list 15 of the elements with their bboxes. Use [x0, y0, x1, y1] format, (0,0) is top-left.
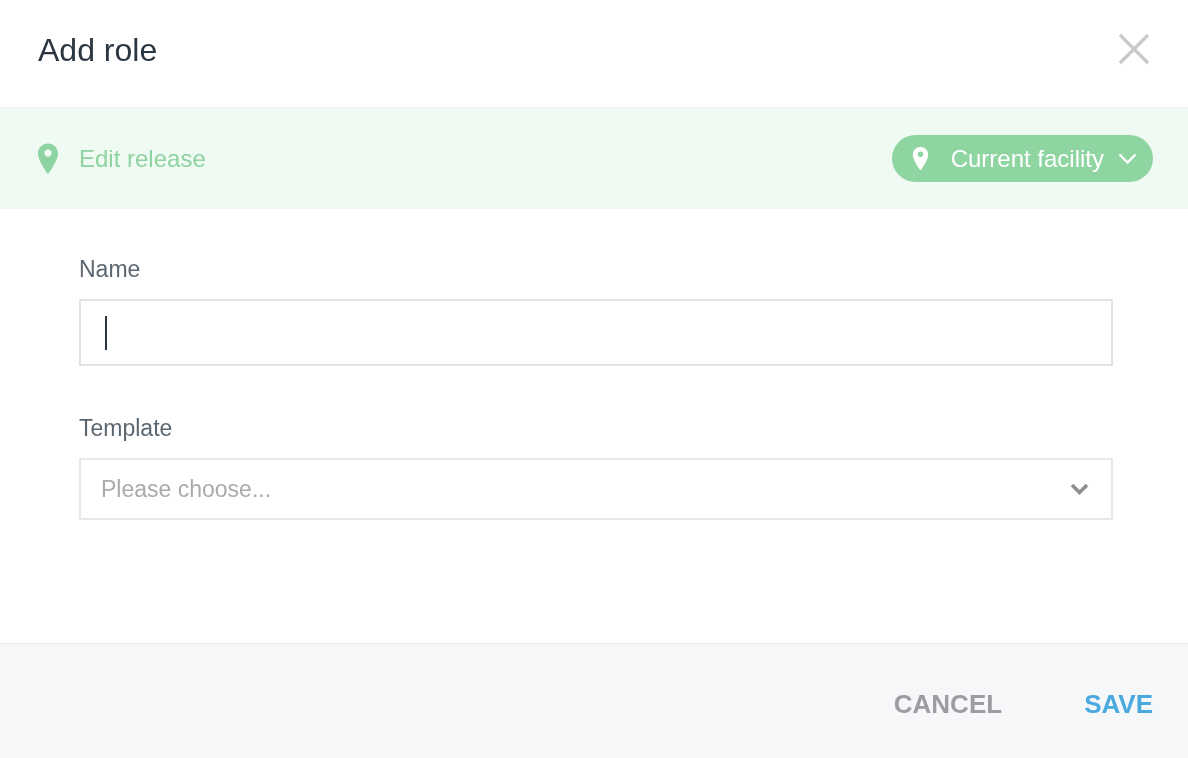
- dialog-title: Add role: [38, 30, 158, 70]
- template-dropdown[interactable]: Please choose...: [79, 458, 1113, 520]
- facility-dropdown-button[interactable]: Current facility: [891, 135, 1153, 182]
- close-icon: [1118, 32, 1150, 65]
- field-label: Name: [79, 255, 141, 283]
- map-pin-icon: [911, 147, 929, 170]
- chevron-down-icon: [1070, 483, 1089, 495]
- save-button[interactable]: SAVE: [1084, 682, 1153, 726]
- map-pin-icon: [38, 143, 58, 174]
- text-cursor-icon: [105, 315, 107, 350]
- field-label: Template: [79, 414, 173, 442]
- chevron-down-icon: [1118, 153, 1137, 164]
- cancel-button[interactable]: CANCEL: [893, 682, 1003, 726]
- name-input-field[interactable]: [79, 299, 1113, 366]
- context-label: Edit release: [79, 143, 206, 174]
